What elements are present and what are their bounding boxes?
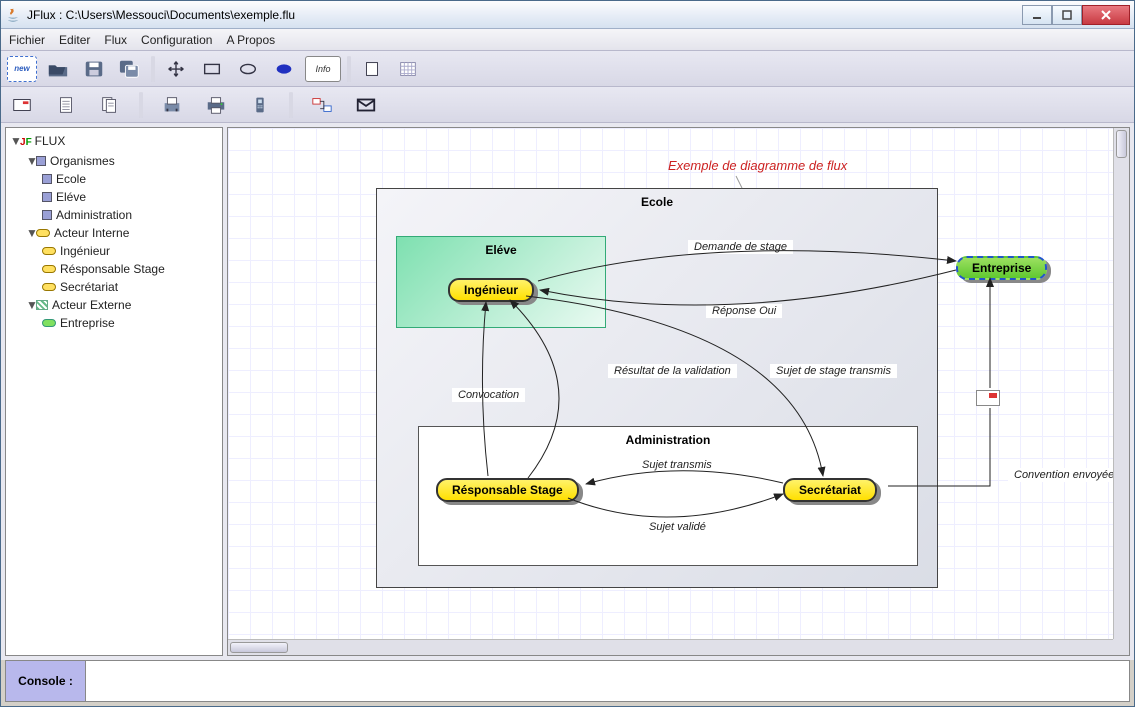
flow-resultat: Résultat de la validation: [608, 364, 737, 378]
fax-button[interactable]: [157, 92, 187, 118]
note-icon[interactable]: [976, 390, 1000, 406]
toolbar-primary: new Info: [1, 51, 1134, 87]
scroll-corner: [1113, 639, 1129, 655]
separator: [347, 56, 351, 82]
maximize-button[interactable]: [1052, 5, 1082, 25]
java-icon: [5, 7, 21, 23]
console-label: Console :: [6, 661, 86, 701]
scroll-thumb[interactable]: [1116, 130, 1127, 158]
menu-fichier[interactable]: Fichier: [9, 33, 45, 47]
canvas-wrap: Exemple de diagramme de flux Ecole Eléve…: [227, 127, 1130, 656]
menu-apropos[interactable]: A Propos: [226, 33, 275, 47]
flow-reponse: Réponse Oui: [706, 304, 782, 318]
canvas-scroll[interactable]: Exemple de diagramme de flux Ecole Eléve…: [228, 128, 1113, 639]
box-eleve-label: Eléve: [397, 243, 605, 257]
box-administration-label: Administration: [419, 433, 917, 447]
blank-page-tool[interactable]: [357, 56, 387, 82]
minimize-button[interactable]: [1022, 5, 1052, 25]
tree-item-ingenieur[interactable]: Ingénieur: [42, 242, 220, 260]
ellipse-tool[interactable]: [233, 56, 263, 82]
flow-convocation: Convocation: [452, 388, 525, 402]
save-button[interactable]: [79, 56, 109, 82]
actor-entreprise[interactable]: Entreprise: [956, 256, 1047, 280]
horizontal-scrollbar[interactable]: [228, 639, 1113, 655]
network-button[interactable]: [307, 92, 337, 118]
flow-demande: Demande de stage: [688, 240, 793, 254]
scroll-thumb[interactable]: [230, 642, 288, 653]
tree-pane[interactable]: ▼JFFLUX ▼Organismes Ecole Eléve Administ…: [5, 127, 223, 656]
window-title: JFlux : C:\Users\Messouci\Documents\exem…: [27, 8, 1022, 22]
tree-organismes[interactable]: ▼Organismes Ecole Eléve Administration: [26, 152, 220, 224]
info-tool[interactable]: Info: [305, 56, 341, 82]
tree-item-entreprise[interactable]: Entreprise: [42, 314, 220, 332]
tree: ▼JFFLUX ▼Organismes Ecole Eléve Administ…: [8, 132, 220, 332]
mail-button[interactable]: [351, 92, 381, 118]
separator: [289, 92, 293, 118]
tree-item-ecole[interactable]: Ecole: [42, 170, 220, 188]
rectangle-tool[interactable]: [197, 56, 227, 82]
save-as-button[interactable]: [115, 56, 145, 82]
separator: [151, 56, 155, 82]
tree-item-eleve[interactable]: Eléve: [42, 188, 220, 206]
menu-editer[interactable]: Editer: [59, 33, 90, 47]
diagram-canvas[interactable]: Exemple de diagramme de flux Ecole Eléve…: [228, 128, 1113, 639]
flow-sujet-ext: Sujet de stage transmis: [770, 364, 897, 378]
tree-root[interactable]: ▼JFFLUX ▼Organismes Ecole Eléve Administ…: [10, 132, 220, 332]
new-button[interactable]: new: [7, 56, 37, 82]
close-button[interactable]: [1082, 5, 1130, 25]
letter-button[interactable]: [7, 92, 37, 118]
tree-item-administration[interactable]: Administration: [42, 206, 220, 224]
app-window: JFlux : C:\Users\Messouci\Documents\exem…: [0, 0, 1135, 707]
box-ecole-label: Ecole: [377, 195, 937, 209]
window-buttons: [1022, 5, 1130, 25]
tree-acteur-interne[interactable]: ▼Acteur Interne Ingénieur Résponsable St…: [26, 224, 220, 296]
flow-sujet-valide: Sujet validé: [643, 520, 712, 534]
actor-secretariat[interactable]: Secrétariat: [783, 478, 877, 502]
diagram-title: Exemple de diagramme de flux: [668, 158, 847, 173]
document-button[interactable]: [51, 92, 81, 118]
menu-configuration[interactable]: Configuration: [141, 33, 212, 47]
move-tool[interactable]: [161, 56, 191, 82]
vertical-scrollbar[interactable]: [1113, 128, 1129, 639]
menu-flux[interactable]: Flux: [104, 33, 127, 47]
toolbar-secondary: [1, 87, 1134, 123]
console-bar: Console :: [5, 660, 1130, 702]
phone-button[interactable]: [245, 92, 275, 118]
print-button[interactable]: [201, 92, 231, 118]
documents-button[interactable]: [95, 92, 125, 118]
tree-item-secretariat[interactable]: Secrétariat: [42, 278, 220, 296]
flow-convention: Convention envoyée: [1008, 468, 1113, 482]
actor-ingenieur[interactable]: Ingénieur: [448, 278, 534, 302]
tree-acteur-externe[interactable]: ▼Acteur Externe Entreprise: [26, 296, 220, 332]
workarea: ▼JFFLUX ▼Organismes Ecole Eléve Administ…: [1, 123, 1134, 660]
actor-responsable[interactable]: Résponsable Stage: [436, 478, 579, 502]
filled-ellipse-tool[interactable]: [269, 56, 299, 82]
flow-sujet-transmis: Sujet transmis: [636, 458, 718, 472]
titlebar: JFlux : C:\Users\Messouci\Documents\exem…: [1, 1, 1134, 29]
open-button[interactable]: [43, 56, 73, 82]
separator: [139, 92, 143, 118]
console-body[interactable]: [86, 661, 1129, 701]
grid-tool[interactable]: [393, 56, 423, 82]
menubar: Fichier Editer Flux Configuration A Prop…: [1, 29, 1134, 51]
tree-item-responsable[interactable]: Résponsable Stage: [42, 260, 220, 278]
